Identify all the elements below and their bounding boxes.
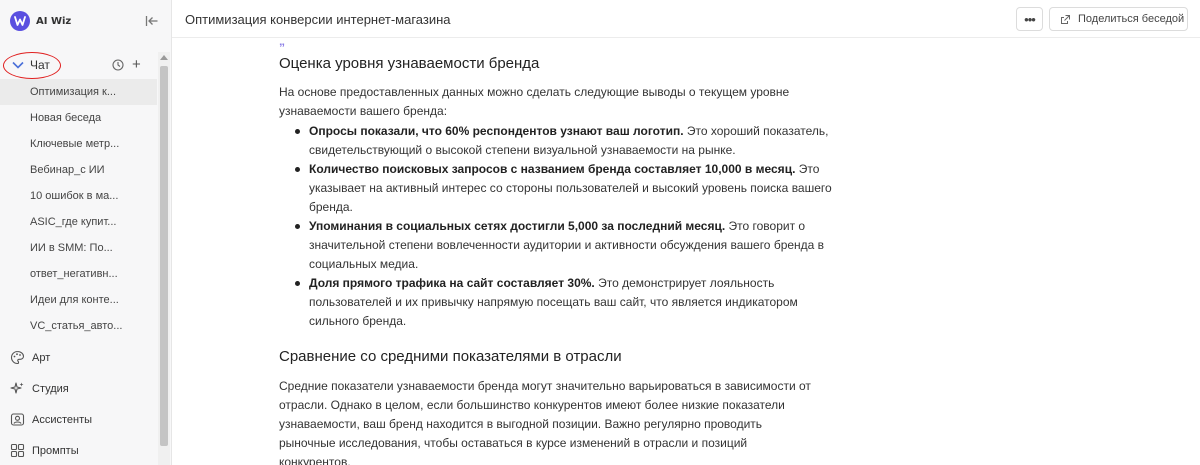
- nav-item-label: Арт: [32, 351, 51, 364]
- conversation-item[interactable]: ИИ в SMM: По...: [0, 235, 157, 261]
- bullet-bold: Количество поисковых запросов с название…: [309, 162, 796, 176]
- palette-icon: [10, 350, 25, 365]
- paragraph: На основе предоставленных данных можно с…: [279, 85, 790, 118]
- share-conversation-button[interactable]: Поделиться беседой: [1049, 7, 1188, 31]
- quote-icon: „: [279, 34, 285, 48]
- app-name: AI Wiz: [36, 15, 72, 27]
- conversation-item[interactable]: Ключевые метр...: [0, 131, 157, 157]
- sidebar: AI Wiz Чат + Оптимизация к... Новая бесе…: [0, 0, 172, 465]
- scroll-thumb[interactable]: [160, 66, 168, 446]
- conversation-item[interactable]: Новая беседа: [0, 105, 157, 131]
- section-heading: Сравнение со средними показателями в отр…: [279, 348, 622, 365]
- nav-item-prompts[interactable]: Промпты: [0, 435, 157, 465]
- app-logo-icon[interactable]: [10, 11, 30, 31]
- share-button-label: Поделиться беседой: [1078, 13, 1185, 25]
- conversation-list: Оптимизация к... Новая беседа Ключевые м…: [0, 79, 157, 339]
- grid-icon: [10, 443, 25, 458]
- sidebar-scrollbar[interactable]: [158, 52, 170, 465]
- conversation-item[interactable]: ASIC_где купит...: [0, 209, 157, 235]
- list-item: Доля прямого трафика на сайт составляет …: [279, 274, 839, 331]
- nav-item-label: Студия: [32, 382, 69, 395]
- more-options-button[interactable]: •••: [1016, 7, 1043, 31]
- paragraph: Средние показатели узнаваемости бренда м…: [279, 379, 811, 465]
- nav-item-studio[interactable]: Студия: [0, 373, 157, 404]
- sparkle-icon: [10, 382, 24, 394]
- bullet-bold: Опросы показали, что 60% респондентов уз…: [309, 124, 684, 138]
- nav-item-assistants[interactable]: Ассистенты: [0, 404, 157, 435]
- conversation-title: Оптимизация конверсии интернет-магазина: [185, 12, 451, 27]
- nav-item-art[interactable]: Арт: [0, 342, 157, 373]
- list-item: Упоминания в социальных сетях достигли 5…: [279, 217, 839, 274]
- chat-section-header[interactable]: Чат +: [0, 52, 157, 79]
- sidebar-header: AI Wiz: [0, 0, 171, 42]
- conversation-item[interactable]: Оптимизация к...: [0, 79, 157, 105]
- more-icon: •••: [1024, 11, 1036, 27]
- conversation-item[interactable]: VC_статья_авто...: [0, 313, 157, 339]
- bullet-list: Опросы показали, что 60% респондентов уз…: [279, 122, 839, 331]
- new-chat-icon[interactable]: +: [132, 57, 141, 72]
- conversation-item[interactable]: Вебинар_с ИИ: [0, 157, 157, 183]
- list-item: Опросы показали, что 60% респондентов уз…: [279, 122, 839, 160]
- conversation-item[interactable]: 10 ошибок в ма...: [0, 183, 157, 209]
- list-item: Количество поисковых запросов с название…: [279, 160, 839, 217]
- section-heading: Оценка уровня узнаваемости бренда: [279, 55, 540, 72]
- nav-item-label: Ассистенты: [32, 413, 93, 426]
- nav-item-label: Промпты: [32, 444, 79, 457]
- share-icon: [1061, 14, 1070, 24]
- collapse-sidebar-icon[interactable]: [145, 14, 159, 28]
- top-bar: Оптимизация конверсии интернет-магазина …: [172, 0, 1200, 38]
- conversation-item[interactable]: ответ_негативн...: [0, 261, 157, 287]
- assistant-icon: [10, 413, 25, 426]
- highlight-annotation: [3, 52, 61, 79]
- history-icon[interactable]: [112, 59, 124, 71]
- bullet-bold: Упоминания в социальных сетях достигли 5…: [309, 219, 726, 233]
- scroll-up-icon[interactable]: [160, 55, 168, 60]
- sidebar-nav: Арт Студия Ассистенты Промпты: [0, 342, 157, 465]
- conversation-item[interactable]: Идеи для конте...: [0, 287, 157, 313]
- bullet-bold: Доля прямого трафика на сайт составляет …: [309, 276, 595, 290]
